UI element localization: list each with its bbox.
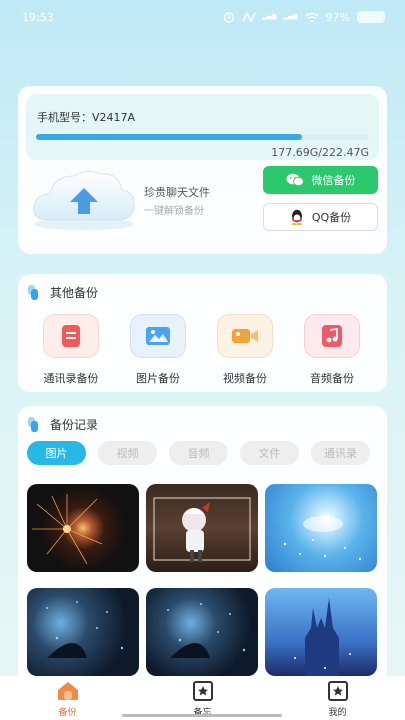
- picture-backup-label: 图片备份: [136, 372, 180, 385]
- wechat-icon: [286, 173, 304, 187]
- wechat-backup-button[interactable]: 微信备份: [263, 166, 378, 194]
- picture-icon: [146, 327, 170, 345]
- backup-tools: 通讯录备份 图片备份 视频备份 音频备份: [18, 314, 387, 388]
- other-backup-header: 其他备份: [28, 284, 98, 301]
- video-backup-label: 视频备份: [223, 372, 267, 385]
- battery-percent: 97%: [325, 10, 350, 24]
- nav-memo[interactable]: 备忘: [163, 680, 243, 718]
- home-icon: [57, 682, 78, 700]
- sky-light-image: [283, 516, 362, 561]
- nav-backup-label: 备份: [58, 708, 77, 718]
- status-time: 19:53: [22, 10, 54, 24]
- video-tile: [217, 314, 273, 358]
- signal-1-icon: ▂▄▆: [262, 13, 277, 20]
- signal-2-icon: ▂▄▆: [283, 13, 298, 20]
- section-icon: [28, 416, 40, 433]
- photo-thumbnail[interactable]: [265, 484, 377, 572]
- storage-usage: 177.69G/222.47G: [271, 146, 369, 159]
- tab-pictures[interactable]: 图片: [27, 441, 86, 465]
- storage-progress: [36, 134, 369, 140]
- nfc-icon: [241, 12, 256, 22]
- contacts-tile: [43, 314, 99, 358]
- fireworks-image: [32, 494, 103, 565]
- device-model: 手机型号：V2417A: [37, 111, 136, 124]
- alarm-icon: [223, 12, 234, 23]
- records-title: 备份记录: [50, 418, 99, 432]
- qq-icon: [291, 209, 302, 225]
- home-indicator[interactable]: [122, 714, 282, 717]
- anime-character-image: [153, 497, 251, 562]
- photo-thumbnail[interactable]: [146, 484, 258, 572]
- nav-backup[interactable]: 备份: [28, 680, 108, 718]
- nav-profile[interactable]: 我的: [298, 680, 378, 718]
- status-bar: 19:53 ▂▄▆ ▂▄▆ 97%: [0, 0, 405, 34]
- device-card: 手机型号：V2417A 177.69G/222.47G 珍贵聊天文件 一键解锁备…: [18, 86, 387, 254]
- other-backup-card: 其他备份 通讯录备份 图片备份 视频备份 音频备份: [18, 274, 387, 392]
- video-backup-button[interactable]: 视频备份: [205, 314, 285, 386]
- night-scene-image: [167, 603, 246, 658]
- contacts-icon: [62, 325, 80, 347]
- memo-icon: [192, 681, 213, 701]
- backup-records-card: 备份记录 图片 视频 音频 文件 通讯录: [18, 406, 387, 686]
- section-icon: [28, 284, 40, 301]
- qq-backup-label: QQ备份: [311, 211, 352, 224]
- photo-thumbnail[interactable]: [27, 588, 139, 676]
- contacts-backup-button[interactable]: 通讯录备份: [31, 314, 111, 386]
- other-backup-title: 其他备份: [50, 286, 99, 300]
- qq-backup-button[interactable]: QQ备份: [263, 203, 378, 231]
- photo-thumbnail[interactable]: [27, 484, 139, 572]
- wifi-icon: [305, 12, 318, 22]
- audio-backup-button[interactable]: 音频备份: [292, 314, 372, 386]
- night-scene-image: [46, 601, 124, 658]
- photo-thumbnail[interactable]: [146, 588, 258, 676]
- picture-tile: [130, 314, 186, 358]
- chat-backup-title: 珍贵聊天文件: [144, 186, 210, 199]
- photo-thumbnail[interactable]: [265, 588, 377, 676]
- tab-audio[interactable]: 音频: [169, 441, 228, 465]
- storage-panel: 手机型号：V2417A 177.69G/222.47G: [26, 94, 379, 160]
- battery-icon: [357, 11, 385, 23]
- profile-icon: [327, 681, 348, 701]
- contacts-backup-label: 通讯录备份: [43, 372, 99, 385]
- status-icons: ▂▄▆ ▂▄▆ 97%: [223, 11, 385, 24]
- audio-backup-label: 音频备份: [310, 372, 354, 385]
- castle-image: [294, 598, 351, 676]
- tab-videos[interactable]: 视频: [98, 441, 157, 465]
- record-tabs: 图片 视频 音频 文件 通讯录: [27, 441, 370, 465]
- nav-profile-label: 我的: [328, 708, 347, 718]
- wechat-backup-label: 微信备份: [311, 174, 356, 187]
- picture-backup-button[interactable]: 图片备份: [118, 314, 198, 386]
- tab-files[interactable]: 文件: [240, 441, 299, 465]
- chat-backup-subtitle: 一键解锁备份: [144, 206, 204, 217]
- video-icon: [232, 329, 258, 343]
- audio-tile: [304, 314, 360, 358]
- storage-progress-fill: [36, 134, 303, 140]
- music-icon: [322, 325, 342, 347]
- tab-contacts[interactable]: 通讯录: [311, 441, 370, 465]
- records-header: 备份记录: [28, 416, 98, 433]
- cloud-upload-illustration: [33, 170, 135, 230]
